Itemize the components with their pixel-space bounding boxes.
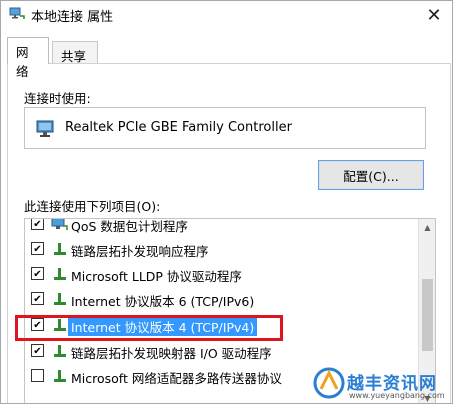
item-checkbox[interactable] [31,318,44,331]
tab-network[interactable]: 网络 [7,37,49,79]
item-label: 链路层拓扑发现响应程序 [71,244,209,259]
list-item-ipv4[interactable]: Internet 协议版本 4 (TCP/IPv4) [25,314,419,338]
list-item[interactable]: QoS 数据包计划程序 [25,219,419,237]
item-label: Internet 协议版本 6 (TCP/IPv6) [71,294,255,309]
configure-button[interactable]: 配置(C)... [318,160,424,190]
scroll-thumb[interactable] [422,279,433,351]
watermark-url: www.yueyangbang.com [349,391,445,400]
protocol-icon [54,243,66,255]
item-label: Microsoft 网络适配器多路传送器协议 [71,371,282,386]
network-connection-icon [9,7,25,19]
list-item[interactable]: 链路层拓扑发现响应程序 [25,238,419,262]
title-bar: 本地连接 属性 ✕ [1,1,452,29]
network-adapter-icon [36,120,54,137]
items-label: 此连接使用下列项目(O): [24,199,161,214]
list-item[interactable]: Microsoft LLDP 协议驱动程序 [25,263,419,287]
item-label: Microsoft LLDP 协议驱动程序 [71,269,242,284]
item-checkbox[interactable] [31,219,44,230]
tab-sharing[interactable]: 共享 [52,41,98,64]
close-icon: ✕ [426,4,442,26]
list-item[interactable]: Internet 协议版本 6 (TCP/IPv6) [25,288,419,312]
scroll-up-arrow-icon[interactable]: ▲ [419,219,435,236]
connect-using-label: 连接时使用: [24,91,91,106]
item-checkbox[interactable] [31,344,44,357]
item-checkbox[interactable] [31,292,44,305]
item-checkbox[interactable] [31,267,44,280]
protocol-icon [54,370,66,382]
adapter-name: Realtek PCIe GBE Family Controller [65,120,292,135]
network-tab-panel: 连接时使用: Realtek PCIe GBE Family Controlle… [7,63,451,403]
qos-icon [51,219,68,230]
protocol-icon [54,345,66,357]
protocol-icon [54,293,66,305]
properties-dialog: 本地连接 属性 ✕ 网络 共享 连接时使用: Realtek PCIe GBE … [0,0,453,404]
protocol-icon [54,268,66,280]
adapter-box: Realtek PCIe GBE Family Controller [24,107,426,149]
close-button[interactable]: ✕ [414,1,452,29]
window-title: 本地连接 属性 [31,10,114,25]
item-label: 链路层拓扑发现映射器 I/O 驱动程序 [71,346,272,361]
item-label: Internet 协议版本 4 (TCP/IPv4) [68,317,258,336]
item-checkbox[interactable] [31,242,44,255]
item-checkbox[interactable] [31,369,44,382]
item-label: QoS 数据包计划程序 [71,219,188,234]
protocol-icon [54,319,66,331]
